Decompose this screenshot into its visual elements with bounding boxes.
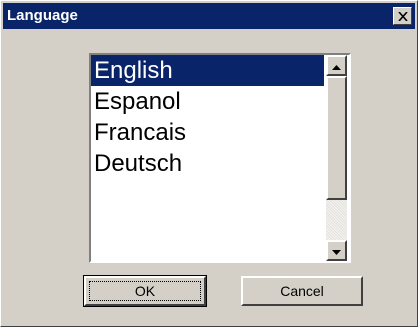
close-icon xyxy=(397,11,408,21)
list-item-francais[interactable]: Francais xyxy=(91,117,324,148)
language-list: English Espanol Francais Deutsch xyxy=(91,55,324,261)
title-bar[interactable]: Language xyxy=(3,3,415,29)
focus-rectangle xyxy=(89,281,201,301)
list-item-deutsch[interactable]: Deutsch xyxy=(91,148,324,179)
ok-button[interactable]: OK xyxy=(83,275,207,307)
dialog-title: Language xyxy=(7,7,78,24)
list-item-espanol[interactable]: Espanol xyxy=(91,86,324,117)
scroll-up-button[interactable] xyxy=(326,55,347,76)
cancel-button[interactable]: Cancel xyxy=(241,276,363,306)
list-item-english[interactable]: English xyxy=(91,55,324,86)
language-listbox[interactable]: English Espanol Francais Deutsch xyxy=(89,53,351,263)
language-dialog: Language English Espanol Francais Deutsc… xyxy=(0,0,418,327)
vertical-scrollbar[interactable] xyxy=(326,55,347,261)
close-button[interactable] xyxy=(393,7,412,25)
scroll-thumb[interactable] xyxy=(326,76,347,200)
scroll-down-button[interactable] xyxy=(326,240,347,261)
cancel-button-label: Cancel xyxy=(280,283,324,299)
arrow-up-icon xyxy=(332,57,341,75)
arrow-down-icon xyxy=(332,242,341,260)
